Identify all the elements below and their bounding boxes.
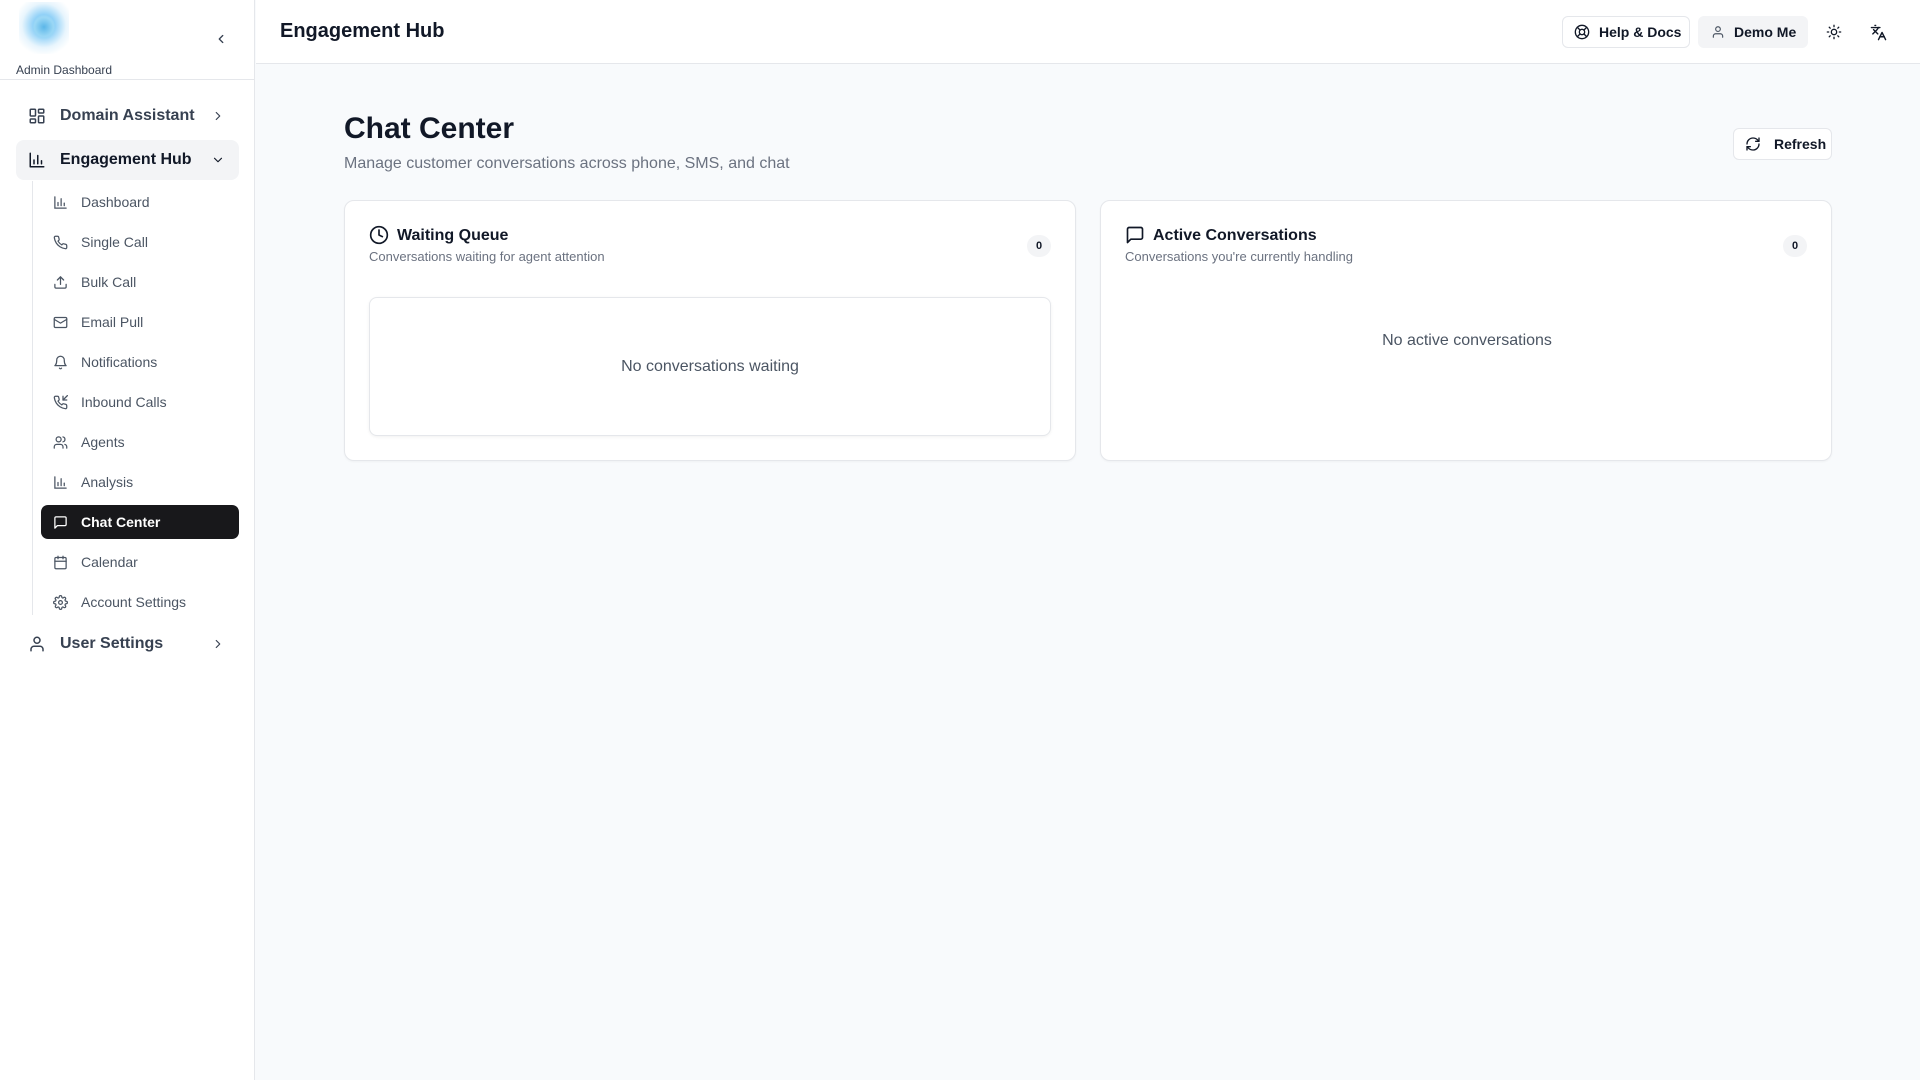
sidebar-item-analysis[interactable]: Analysis: [41, 465, 239, 499]
sidebar-item-label: Engagement Hub: [60, 151, 192, 168]
sidebar: Admin Dashboard Domain Assistant Engagem…: [0, 0, 255, 1080]
active-conversations-title: Active Conversations: [1153, 227, 1317, 244]
refresh-button[interactable]: Refresh: [1733, 128, 1832, 160]
sidebar-item-label: Calendar: [81, 554, 138, 570]
chevron-down-icon: [211, 153, 225, 167]
sidebar-item-notifications[interactable]: Notifications: [41, 345, 239, 379]
top-bar: Engagement Hub Help & Docs Demo Me: [256, 0, 1920, 64]
waiting-queue-empty-state: No conversations waiting: [369, 297, 1051, 436]
sidebar-item-label: Notifications: [81, 354, 158, 370]
sidebar-item-domain-assistant[interactable]: Domain Assistant: [16, 96, 239, 136]
empty-state-text: No conversations waiting: [621, 357, 799, 375]
bar-chart-icon: [53, 195, 68, 210]
mail-icon: [53, 315, 68, 330]
sidebar-item-label: Chat Center: [81, 514, 161, 530]
gear-icon: [53, 595, 68, 610]
refresh-icon: [1745, 136, 1761, 152]
phone-incoming-icon: [53, 395, 68, 410]
bell-icon: [53, 355, 68, 370]
sidebar-item-inbound-calls[interactable]: Inbound Calls: [41, 385, 239, 419]
header-title: Engagement Hub: [280, 20, 445, 42]
sun-icon: [1826, 24, 1842, 40]
bar-chart-icon: [53, 475, 68, 490]
bar-chart-icon: [28, 151, 46, 169]
sidebar-item-label: User Settings: [60, 635, 164, 652]
sidebar-item-user-settings[interactable]: User Settings: [16, 624, 239, 664]
sidebar-item-single-call[interactable]: Single Call: [41, 225, 239, 259]
clock-icon: [369, 225, 389, 245]
chevron-right-icon: [211, 109, 225, 123]
active-conversations-count-badge: 0: [1783, 235, 1807, 257]
active-conversations-card: Active Conversations Conversations you'r…: [1100, 200, 1832, 461]
upload-icon: [53, 275, 68, 290]
layout-grid-icon: [28, 107, 46, 125]
translate-icon: [1870, 24, 1886, 40]
sidebar-item-dashboard[interactable]: Dashboard: [41, 185, 239, 219]
active-conversations-description: Conversations you're currently handling: [1125, 249, 1353, 264]
calendar-icon: [53, 555, 68, 570]
sidebar-item-bulk-call[interactable]: Bulk Call: [41, 265, 239, 299]
help-circle-icon: [1574, 24, 1590, 40]
waiting-queue-count-badge: 0: [1027, 235, 1051, 257]
message-square-icon: [53, 515, 68, 530]
sidebar-item-label: Email Pull: [81, 314, 144, 330]
subnav-divider: [32, 181, 33, 615]
sidebar-item-label: Inbound Calls: [81, 394, 167, 410]
phone-icon: [53, 235, 68, 250]
message-square-icon: [1125, 225, 1145, 245]
help-docs-label: Help & Docs: [1599, 24, 1682, 40]
refresh-label: Refresh: [1774, 136, 1827, 152]
sidebar-item-chat-center[interactable]: Chat Center: [41, 505, 239, 539]
sidebar-item-email-pull[interactable]: Email Pull: [41, 305, 239, 339]
sidebar-item-label: Account Settings: [81, 594, 187, 610]
active-conversations-empty-state: No active conversations: [1382, 332, 1552, 349]
sidebar-item-label: Domain Assistant: [60, 107, 195, 124]
waiting-queue-card: Waiting Queue Conversations waiting for …: [344, 200, 1076, 461]
page-subtitle: Manage customer conversations across pho…: [344, 155, 790, 172]
chevron-right-icon: [211, 637, 225, 651]
page-title: Chat Center: [344, 112, 515, 145]
brand-logo: [19, 2, 69, 54]
theme-toggle-button[interactable]: [1818, 16, 1850, 48]
sidebar-item-account-settings[interactable]: Account Settings: [41, 585, 239, 619]
sidebar-item-label: Single Call: [81, 234, 148, 250]
language-button[interactable]: [1862, 16, 1894, 48]
user-icon: [28, 635, 46, 653]
sidebar-item-label: Bulk Call: [81, 274, 137, 290]
sidebar-item-label: Analysis: [81, 474, 134, 490]
help-docs-button[interactable]: Help & Docs: [1562, 16, 1690, 48]
sidebar-item-engagement-hub[interactable]: Engagement Hub: [16, 140, 239, 180]
brand-label: Admin Dashboard: [16, 63, 113, 77]
sidebar-item-calendar[interactable]: Calendar: [41, 545, 239, 579]
sidebar-item-agents[interactable]: Agents: [41, 425, 239, 459]
users-icon: [53, 435, 68, 450]
user-menu-label: Demo Me: [1734, 24, 1797, 40]
sidebar-item-label: Agents: [81, 434, 125, 450]
user-menu-button[interactable]: Demo Me: [1698, 16, 1808, 48]
collapse-sidebar-button[interactable]: [210, 28, 232, 50]
chevron-left-icon: [218, 34, 224, 44]
sidebar-item-label: Dashboard: [81, 194, 150, 210]
user-icon: [1711, 25, 1725, 39]
brand-area: Admin Dashboard: [0, 0, 255, 80]
waiting-queue-description: Conversations waiting for agent attentio…: [369, 249, 605, 264]
waiting-queue-title: Waiting Queue: [397, 227, 509, 244]
